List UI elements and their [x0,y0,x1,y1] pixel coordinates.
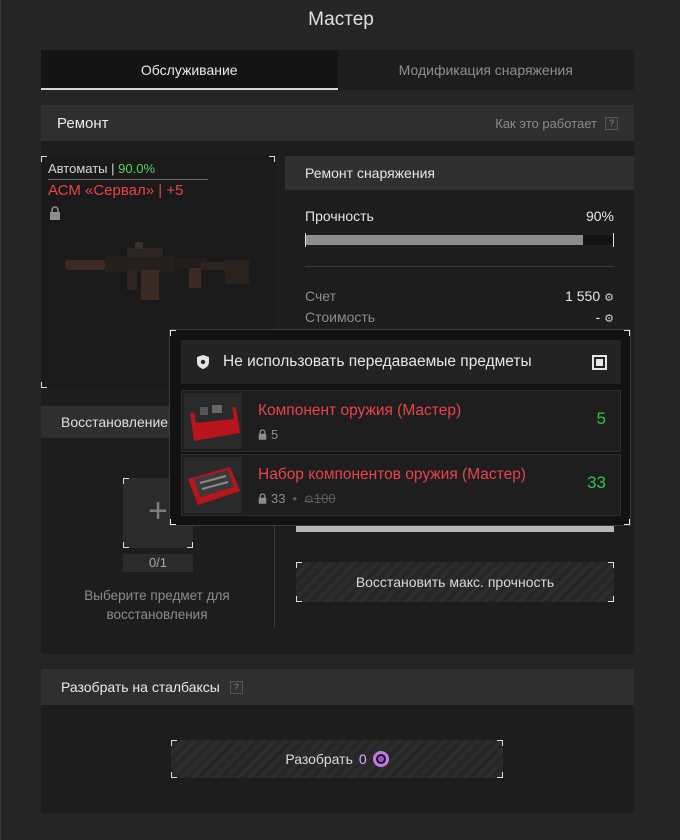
tab-equipment-modification[interactable]: Модификация снаряжения [338,50,635,90]
lock-icon [50,206,60,220]
gear-coin-icon: ⚙ [604,313,614,325]
weapon-component-kit-icon [184,457,242,513]
disassemble-value: 0 [358,751,367,767]
no-transferable-label: Не использовать передаваемые предметы [223,353,532,370]
popup-item-struck: ⚙100 [304,491,336,506]
how-it-works-label: Как это работает [495,115,597,131]
restoration-hint: Выберите предмет для восстановления [84,588,230,622]
durability-value: 90% [585,208,614,224]
repair-title: Ремонт [57,114,109,132]
cost-value: - ⚙ [595,309,614,325]
shield-icon [197,355,209,369]
stalbucks-coin-icon [372,751,389,767]
restore-max-durability-button[interactable]: Восстановить макс. прочность [296,562,614,602]
popup-item-count: 33 [587,473,606,492]
equipment-repair-title: Ремонт снаряжения [285,156,634,190]
cost-label: Стоимость [305,309,376,325]
popup-item-row[interactable]: Компонент оружия (Мастер) 5 5 [181,390,621,452]
durability-bar [305,233,614,247]
gear-coin-icon: ⚙ [604,292,614,304]
popup-item-name: Компонент оружия (Мастер) [258,402,462,419]
item-name: АСМ «Сервал» | +5 [48,182,184,199]
popup-item-locked: 5 [258,427,278,442]
durability-label: Прочность [305,208,374,224]
how-it-works-link[interactable]: Как это работает ? [495,116,618,131]
disassemble-button-label: Разобрать [285,751,353,767]
item-condition: 90.0% [118,161,156,176]
tab-bar: Обслуживание Модификация снаряжения [41,50,634,90]
transferable-items-popup: Не использовать передаваемые предметы Ко… [169,329,631,526]
disassemble-button[interactable]: Разобрать 0 [171,740,503,778]
weapon-component-icon [184,393,242,449]
account-label: Счет [305,288,336,304]
help-icon[interactable]: ? [229,680,243,694]
no-transferable-checkbox[interactable] [592,354,607,370]
rifle-image [65,242,249,300]
disassemble-header: Разобрать на сталбаксы ? [41,669,634,705]
master-window: Мастер Обслуживание Модификация снаряжен… [0,0,680,840]
no-transferable-toggle[interactable]: Не использовать передаваемые предметы [181,340,621,384]
popup-item-row[interactable]: Набор компонентов оружия (Мастер) 33 • ⚙… [181,454,621,516]
item-category: Автоматы | 90.0% [48,161,156,176]
disassemble-title: Разобрать на сталбаксы [61,679,220,695]
help-icon: ? [605,116,618,130]
durability-bar-fill [305,235,584,245]
popup-item-name: Набор компонентов оружия (Мастер) [258,466,526,483]
account-value: 1 550 ⚙ [565,288,614,304]
lock-icon [258,429,267,440]
tab-maintenance[interactable]: Обслуживание [41,50,338,90]
popup-item-locked: 33 • ⚙100 [258,491,336,506]
slot-count: 0/1 [123,554,193,572]
popup-item-count: 5 [596,409,606,428]
repair-header: Ремонт Как это работает ? [41,105,634,141]
window-title: Мастер [308,9,374,30]
lock-icon [258,493,267,504]
